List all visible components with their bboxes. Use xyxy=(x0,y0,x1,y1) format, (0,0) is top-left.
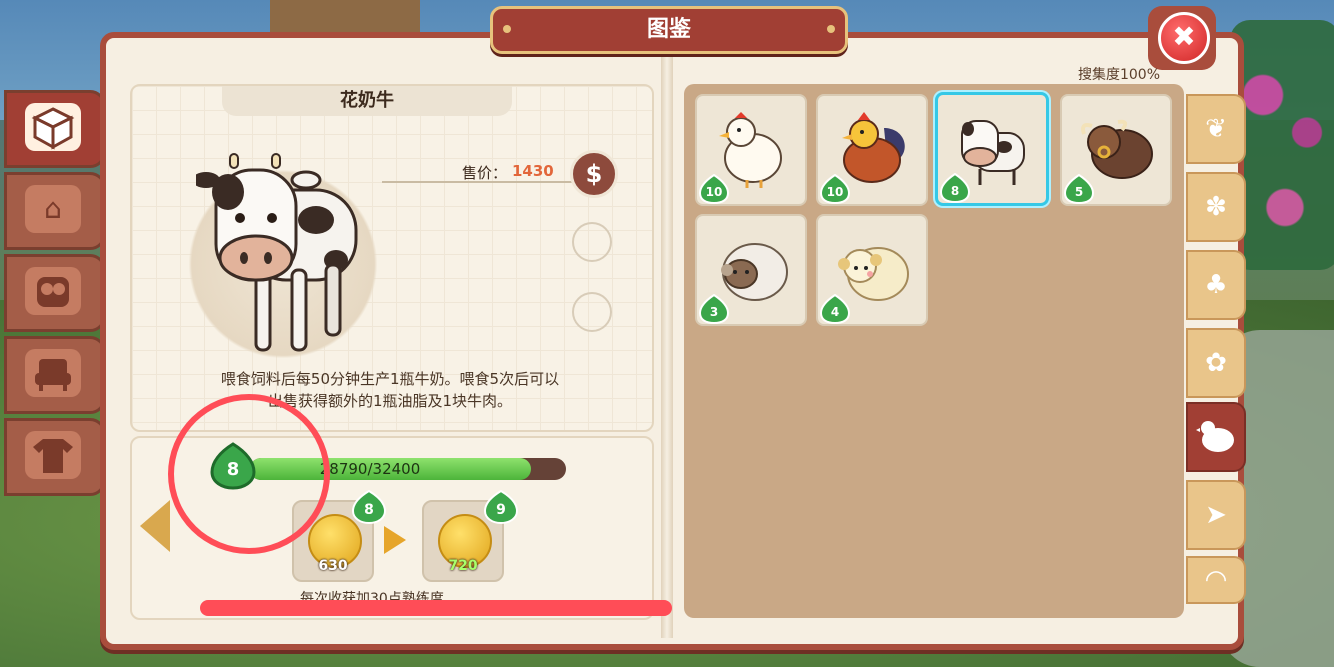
owl-icon xyxy=(25,267,81,315)
description-line: 喂食饲料后每50分钟生产1瓶牛奶。喂食5次后可以 xyxy=(220,370,560,388)
title-stud-right xyxy=(827,25,835,33)
fish-icon: ➤ xyxy=(1205,500,1227,530)
animal-level: 10 xyxy=(827,185,844,199)
level-leaf-badge: 10 xyxy=(820,174,850,204)
shirt-icon xyxy=(25,431,81,479)
price-label: 售价： xyxy=(462,164,508,182)
dollar-coin-icon: $ xyxy=(570,150,618,198)
previous-animal-arrow[interactable] xyxy=(140,500,170,552)
close-icon: ✖ xyxy=(1158,12,1210,64)
book-spine xyxy=(661,32,673,638)
reward-current-level-badge: 8 xyxy=(352,490,386,524)
tab-crate[interactable] xyxy=(4,90,106,168)
animal-card-cow[interactable]: 8 xyxy=(935,92,1049,206)
cow-illustration xyxy=(196,153,358,352)
annotation-underline xyxy=(200,600,672,616)
flower-icon: ✿ xyxy=(1205,348,1227,378)
empty-product-slot xyxy=(572,292,612,332)
tab-owl[interactable] xyxy=(4,254,106,332)
wheat-icon: ❦ xyxy=(1205,114,1227,144)
level-leaf-badge: 5 xyxy=(1064,174,1094,204)
grain-icon: ✽ xyxy=(1205,192,1227,222)
tab-flower[interactable]: ✿ xyxy=(1186,328,1246,398)
reward-next-amount: 720 xyxy=(448,558,478,574)
tab-fish[interactable]: ➤ xyxy=(1186,480,1246,550)
tab-house[interactable]: ⌂ xyxy=(4,172,106,250)
tab-tree[interactable]: ♣ xyxy=(1186,250,1246,320)
animal-level: 5 xyxy=(1075,185,1083,199)
animal-level: 4 xyxy=(831,305,839,319)
reward-next-level: 9 xyxy=(496,502,506,518)
price-value: 1430 xyxy=(512,162,554,180)
empty-product-slot xyxy=(572,222,612,262)
title-stud-left xyxy=(503,25,511,33)
reward-current-level: 8 xyxy=(364,502,374,518)
reward-current-amount: 630 xyxy=(318,558,348,574)
window-title: 图鉴 xyxy=(490,6,848,54)
shell-icon: ◠ xyxy=(1204,565,1228,595)
animal-name: 花奶牛 xyxy=(222,86,512,116)
animal-card-rooster[interactable]: 10 xyxy=(816,94,928,206)
tab-armchair[interactable] xyxy=(4,336,106,414)
tree-icon: ♣ xyxy=(1204,270,1228,300)
collection-progress: 搜集度100% xyxy=(1077,67,1160,83)
animal-card-alpaca-sheep[interactable]: 4 xyxy=(816,214,928,326)
reward-next-level-badge: 9 xyxy=(484,490,518,524)
animal-level: 10 xyxy=(706,185,723,199)
annotation-circle xyxy=(168,394,330,554)
crate-icon xyxy=(25,103,81,151)
tab-shell[interactable]: ◠ xyxy=(1186,556,1246,604)
level-leaf-badge: 10 xyxy=(699,174,729,204)
next-level-arrow xyxy=(384,526,406,554)
level-leaf-badge: 8 xyxy=(940,173,970,203)
animal-level: 3 xyxy=(710,305,718,319)
hen-icon xyxy=(1188,404,1244,470)
animal-level: 8 xyxy=(951,184,959,198)
level-leaf-badge: 3 xyxy=(699,294,729,324)
level-leaf-badge: 4 xyxy=(820,294,850,324)
tab-grain[interactable]: ✽ xyxy=(1186,172,1246,242)
animal-card-sheep[interactable]: 3 xyxy=(695,214,807,326)
house-icon: ⌂ xyxy=(25,185,81,233)
window-title-text: 图鉴 xyxy=(646,17,691,42)
armchair-icon xyxy=(25,349,81,397)
animal-card-yak[interactable]: 5 xyxy=(1060,94,1172,206)
tab-hen[interactable] xyxy=(1186,402,1246,472)
tab-shirt[interactable] xyxy=(4,418,106,496)
close-button[interactable]: ✖ xyxy=(1148,6,1216,70)
tab-wheat[interactable]: ❦ xyxy=(1186,94,1246,164)
animal-card-chicken[interactable]: 10 xyxy=(695,94,807,206)
